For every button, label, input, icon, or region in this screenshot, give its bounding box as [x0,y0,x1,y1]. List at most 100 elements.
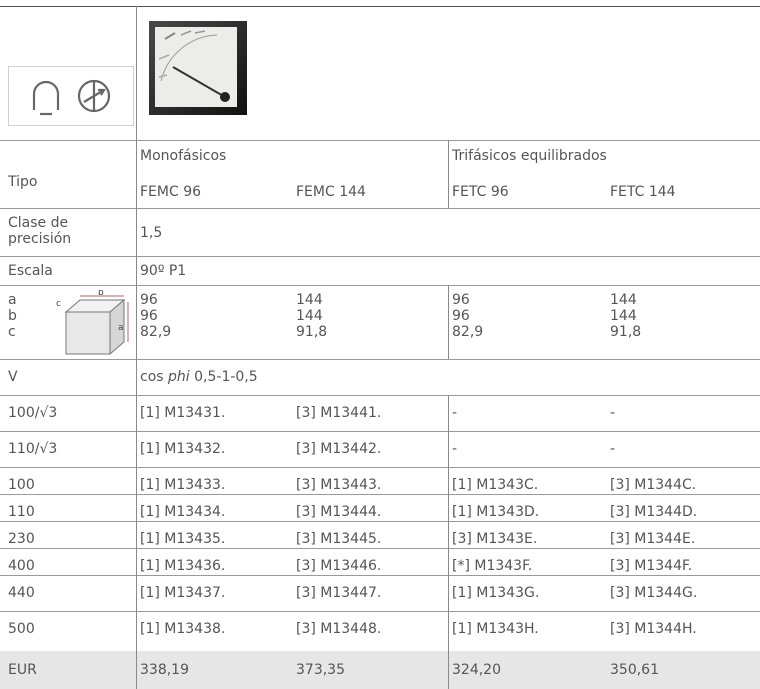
product-table: Monofásicos Trifásicos equilibrados Tipo… [0,0,760,689]
row-cell: [3] M1344F. [610,558,693,574]
row-cell: - [610,405,616,421]
row-cell: [3] M13448. [296,621,382,637]
row-cell: - [452,441,458,457]
row-label: 230 [8,531,35,547]
svg-text:b: b [98,290,104,298]
currency-label: EUR [8,662,37,678]
row-cell: [1] M1343H. [452,621,539,637]
rule [0,256,760,257]
row-cell: [3] M1343E. [452,531,538,547]
dim-c-col4: 91,8 [610,324,642,340]
v-value: cos phi 0,5-1-0,5 [140,369,258,385]
rule [0,575,760,576]
row-cell: [1] M1343D. [452,504,540,520]
model-femc96: FEMC 96 [140,184,202,200]
row-cell: [3] M13443. [296,477,382,493]
group-divider [448,140,449,208]
group-label-tri: Trifásicos equilibrados [452,148,607,164]
row-cell: [1] M13431. [140,405,226,421]
row-cell: [1] M1343C. [452,477,539,493]
dim-b-col1: 96 [140,308,158,324]
price-fetc96: 324,20 [452,662,501,678]
row-cell: [1] M13438. [140,621,226,637]
circle-arrow-symbol-icon [77,79,111,113]
dim-label-b: b [8,308,17,324]
coil-symbol-icon [32,80,60,116]
rule [0,285,760,286]
dim-c-col2: 91,8 [296,324,328,340]
row-label: 110/√3 [8,441,58,457]
precision-label-1: Clase de [8,215,69,231]
row-cell: [3] M13441. [296,405,382,421]
row-label: 100/√3 [8,405,58,421]
row-cell: [1] M1343G. [452,585,540,601]
row-cell: [1] M13434. [140,504,226,520]
escala-label: Escala [8,263,53,279]
row-cell: [3] M1344E. [610,531,696,547]
dim-c-col3: 82,9 [452,324,484,340]
rule [0,431,760,432]
dim-b-col3: 96 [452,308,470,324]
v-value-suffix: 0,5-1-0,5 [189,369,258,385]
rule [0,521,760,522]
dim-label-a: a [8,292,17,308]
row-label: 400 [8,558,35,574]
row-label: 100 [8,477,35,493]
row-cell: [3] M1344D. [610,504,698,520]
rule [0,611,760,612]
row-cell: [3] M1344G. [610,585,698,601]
row-cell: [3] M13442. [296,441,382,457]
column-divider [448,395,449,689]
column-divider [136,6,137,689]
box-dimensions-diagram: b c a [56,290,129,356]
escala-value: 90º P1 [140,263,187,279]
dim-b-col2: 144 [296,308,323,324]
rule [0,494,760,495]
row-cell: [1] M13436. [140,558,226,574]
row-cell: [3] M13445. [296,531,382,547]
dim-a-col3: 96 [452,292,470,308]
row-cell: [3] M13446. [296,558,382,574]
precision-value: 1,5 [140,225,163,241]
dim-label-c: c [8,324,16,340]
dim-a-col1: 96 [140,292,158,308]
rule [0,208,760,209]
svg-text:c: c [56,299,61,309]
model-femc144: FEMC 144 [296,184,366,200]
dim-a-col4: 144 [610,292,637,308]
dim-b-col4: 144 [610,308,637,324]
row-cell: [1] M13437. [140,585,226,601]
svg-text:a: a [118,323,124,333]
tipo-label: Tipo [8,174,38,190]
row-cell: [1] M13432. [140,441,226,457]
rule [0,140,760,141]
circuit-symbols [8,66,134,126]
price-femc96: 338,19 [140,662,189,678]
model-fetc96: FETC 96 [452,184,509,200]
v-value-prefix: cos [140,369,169,385]
dim-a-col2: 144 [296,292,323,308]
v-value-italic: phi [168,369,190,385]
dim-c-col1: 82,9 [140,324,172,340]
row-label: 110 [8,504,35,520]
row-cell: [1] M13435. [140,531,226,547]
row-cell: [*] M1343F. [452,558,533,574]
column-divider [448,285,449,359]
row-cell: [3] M13447. [296,585,382,601]
group-label-mono: Monofásicos [140,148,227,164]
analog-meter-photo [149,21,247,115]
model-fetc144: FETC 144 [610,184,676,200]
table-top-rule [0,6,760,7]
rule [0,467,760,468]
price-femc144: 373,35 [296,662,345,678]
row-cell: [3] M13444. [296,504,382,520]
row-cell: [1] M13433. [140,477,226,493]
row-cell: [3] M1344C. [610,477,697,493]
precision-label-2: precisión [8,231,72,247]
row-label: 500 [8,621,35,637]
v-label: V [8,369,18,385]
row-cell: - [452,405,458,421]
price-fetc144: 350,61 [610,662,659,678]
row-cell: [3] M1344H. [610,621,697,637]
rule [0,395,760,396]
